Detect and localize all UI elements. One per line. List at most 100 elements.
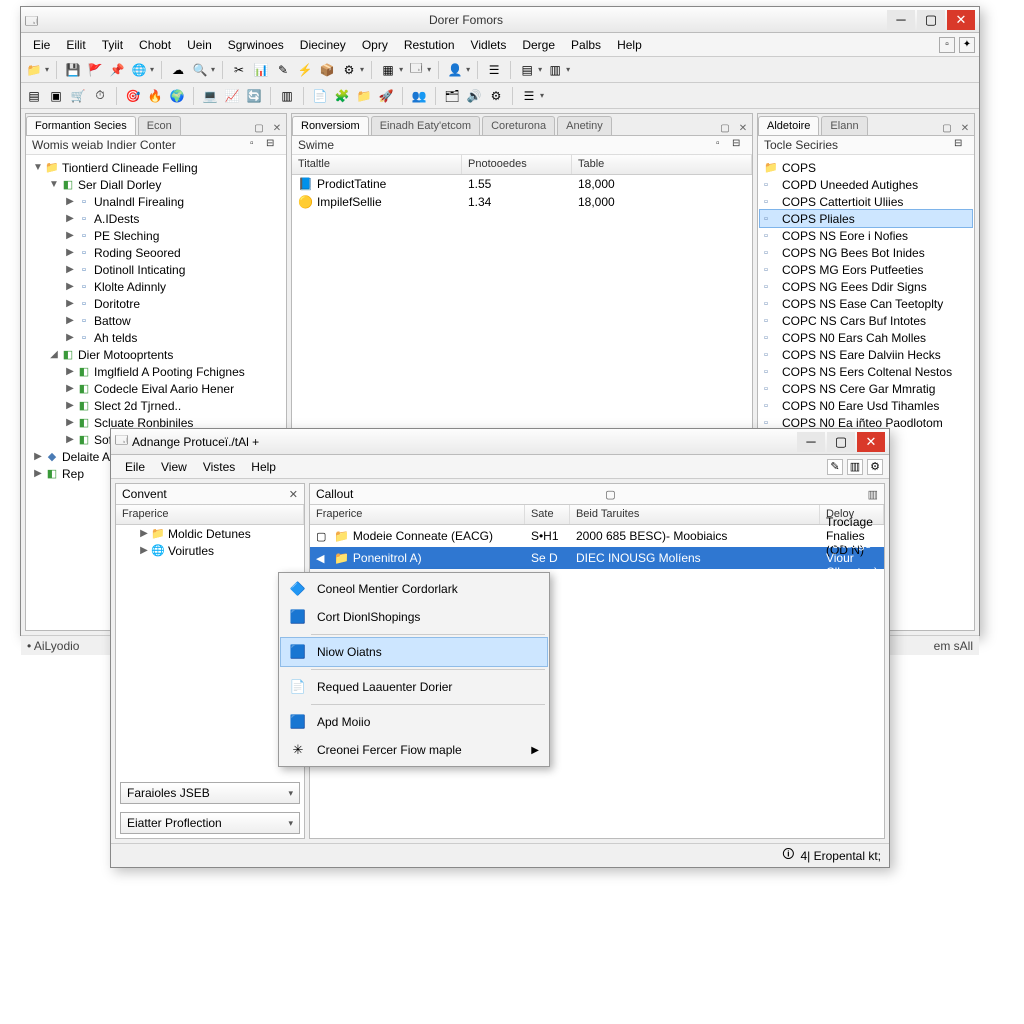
tool-wand-icon[interactable]: ✎ bbox=[274, 61, 292, 79]
sub-col-b[interactable]: Sate bbox=[525, 505, 570, 524]
mid-col-2[interactable]: Table bbox=[572, 155, 752, 174]
list-item[interactable]: ▫COPS N0 Eare Usd Tihamles bbox=[760, 397, 972, 414]
menu-extra-1[interactable]: ▫ bbox=[939, 37, 955, 53]
twist-icon[interactable]: ▶ bbox=[64, 434, 76, 445]
mid-col-1[interactable]: Pnotooedes bbox=[462, 155, 572, 174]
tool-bolt-icon[interactable]: ⚡ bbox=[296, 61, 314, 79]
panel-ctl-icon[interactable]: ▢ bbox=[252, 121, 266, 135]
sub-tree-item[interactable]: ▶🌐Voirutles bbox=[116, 542, 304, 559]
mid-col-0[interactable]: Titaltle bbox=[292, 155, 462, 174]
sub-close-button[interactable]: ✕ bbox=[857, 432, 885, 452]
tool-pin-icon[interactable]: 📌 bbox=[108, 61, 126, 79]
twist-icon[interactable]: ▶ bbox=[64, 264, 76, 275]
sub-col-0[interactable]: Fraperice bbox=[116, 505, 304, 524]
tree-item[interactable]: ▶▫Doritotre bbox=[28, 295, 284, 312]
tool2-c-icon[interactable]: 🛒 bbox=[69, 87, 87, 105]
right-tab-0[interactable]: Aldetoire bbox=[758, 116, 819, 135]
mid-tab-2[interactable]: Coreturona bbox=[482, 116, 555, 135]
menu-uein[interactable]: Uein bbox=[179, 35, 220, 55]
sub-col-a[interactable]: Fraperice bbox=[310, 505, 525, 524]
tool2-h-icon[interactable]: 💻 bbox=[201, 87, 219, 105]
sub-right-btn-b-icon[interactable]: ▥ bbox=[868, 488, 878, 501]
tool2-q-icon[interactable]: 🗂 bbox=[443, 87, 461, 105]
expand-icon[interactable]: ▢ bbox=[316, 530, 330, 543]
sub-row[interactable]: ◀📁Ponenitrol A)Se DDIEC INOUSG MolíensTo… bbox=[310, 547, 884, 569]
sub-close-icon[interactable]: ⊟ bbox=[266, 138, 280, 152]
left-tab-0[interactable]: Formantion Secies bbox=[26, 116, 136, 135]
menu-derge[interactable]: Derge bbox=[514, 35, 563, 55]
ctx-item[interactable]: 🟦Apd Moiio bbox=[281, 708, 547, 736]
combo-1[interactable]: Faraioles JSEB▾ bbox=[120, 782, 300, 804]
mid-sub-b-icon[interactable]: ⊟ bbox=[732, 138, 746, 152]
ctx-item[interactable]: 📄Requed Laauenter Dorier bbox=[281, 673, 547, 701]
tree-item[interactable]: ◢◧Dier Motooprtents bbox=[28, 346, 284, 363]
twist-icon[interactable]: ▶ bbox=[64, 230, 76, 241]
menu-chobt[interactable]: Chobt bbox=[131, 35, 179, 55]
right-ctl-icon[interactable]: ▢ bbox=[940, 121, 954, 135]
menu-opry[interactable]: Opry bbox=[354, 35, 396, 55]
ctx-item[interactable]: ✳Creonei Fercer Fiow maple▶ bbox=[281, 736, 547, 764]
sub-right-btn-a-icon[interactable]: ▢ bbox=[605, 488, 615, 501]
sub-col-c[interactable]: Beid Taruites bbox=[570, 505, 820, 524]
list-item[interactable]: ▫COPC NS Cars Buf Intotes bbox=[760, 312, 972, 329]
combo-2[interactable]: Eiatter Proflection▾ bbox=[120, 812, 300, 834]
tree-item[interactable]: ▼◧Ser Diall Dorley bbox=[28, 176, 284, 193]
tool2-d-icon[interactable]: ⏱ bbox=[91, 87, 109, 105]
tree-item[interactable]: ▶▫Battow bbox=[28, 312, 284, 329]
tool2-i-icon[interactable]: 📈 bbox=[223, 87, 241, 105]
tree-item[interactable]: ▶▫Roding Seoored bbox=[28, 244, 284, 261]
right-sub-icon[interactable]: ⊟ bbox=[954, 138, 968, 152]
tool-gear-icon[interactable]: ⚙ bbox=[340, 61, 358, 79]
menu-palbs[interactable]: Palbs bbox=[563, 35, 609, 55]
mid-sub-a-icon[interactable]: ▫ bbox=[716, 138, 730, 152]
list-item[interactable]: ▫COPS MG Eors Putfeeties bbox=[760, 261, 972, 278]
twist-icon[interactable]: ▼ bbox=[48, 179, 60, 190]
tool-cloud-icon[interactable]: ☁ bbox=[169, 61, 187, 79]
minimize-button[interactable]: ─ bbox=[887, 10, 915, 30]
grid-row[interactable]: 📘ProdictTatine1.5518,000 bbox=[292, 175, 752, 193]
twist-icon[interactable]: ▶ bbox=[138, 545, 150, 556]
list-item[interactable]: ▫COPS NS Cere Gar Mmratig bbox=[760, 380, 972, 397]
tool-chart-icon[interactable]: 📊 bbox=[252, 61, 270, 79]
twist-icon[interactable]: ▶ bbox=[32, 468, 44, 479]
tool-grid-icon[interactable]: ▦ bbox=[379, 61, 397, 79]
menu-vidlets[interactable]: Vidlets bbox=[463, 35, 515, 55]
menu-tyiit[interactable]: Tyiit bbox=[94, 35, 131, 55]
twist-icon[interactable]: ▶ bbox=[64, 417, 76, 428]
tool2-o-icon[interactable]: 🚀 bbox=[377, 87, 395, 105]
sub-menu-btn-c-icon[interactable]: ⚙ bbox=[867, 459, 883, 475]
context-menu[interactable]: 🔷Coneol Mentier Cordorlark🟦Cort DionlSho… bbox=[278, 572, 550, 767]
tool2-k-icon[interactable]: ▥ bbox=[278, 87, 296, 105]
tool-new-icon[interactable]: 📁 bbox=[25, 61, 43, 79]
twist-icon[interactable]: ▶ bbox=[64, 196, 76, 207]
tree-item[interactable]: ▶▫Ah telds bbox=[28, 329, 284, 346]
ctx-item[interactable]: 🟦Niow Oiatns bbox=[281, 638, 547, 666]
twist-icon[interactable]: ▶ bbox=[64, 366, 76, 377]
grid-row[interactable]: 🟡ImpilefSellie1.3418,000 bbox=[292, 193, 752, 211]
list-item[interactable]: ▫COPS NS Eers Coltenal Nestos bbox=[760, 363, 972, 380]
tool-more-icon[interactable]: ▥ bbox=[546, 61, 564, 79]
sub-row[interactable]: ▢📁Modeie Conneate (EACG)S•H12000 685 BES… bbox=[310, 525, 884, 547]
list-item[interactable]: ▫COPS Cattertioit Uliies bbox=[760, 193, 972, 210]
tool-filter-icon[interactable]: ✂ bbox=[230, 61, 248, 79]
menu-eilit[interactable]: Eilit bbox=[58, 35, 93, 55]
tool-save-icon[interactable]: 💾 bbox=[64, 61, 82, 79]
menu-eie[interactable]: Eie bbox=[25, 35, 58, 55]
tool2-g-icon[interactable]: 🌍 bbox=[168, 87, 186, 105]
ctx-item[interactable]: 🔷Coneol Mentier Cordorlark bbox=[281, 575, 547, 603]
tool2-a-icon[interactable]: ▤ bbox=[25, 87, 43, 105]
sub-menu-btn-b-icon[interactable]: ▥ bbox=[847, 459, 863, 475]
tool-flag-icon[interactable]: 🚩 bbox=[86, 61, 104, 79]
list-item[interactable]: ▫COPS N0 Ears Cah Molles bbox=[760, 329, 972, 346]
list-item[interactable]: ▫COPS NG Eees Ddir Signs bbox=[760, 278, 972, 295]
tree-item[interactable]: ▶▫Klolte Adinnly bbox=[28, 278, 284, 295]
tool-layout-icon[interactable]: ▤ bbox=[518, 61, 536, 79]
sub-tree-item[interactable]: ▶📁Moldic Detunes bbox=[116, 525, 304, 542]
tool-search-icon[interactable]: 🔍 bbox=[191, 61, 209, 79]
ctx-item[interactable]: 🟦Cort DionlShopings bbox=[281, 603, 547, 631]
list-item[interactable]: ▫COPS NS Eare Dalviin Hecks bbox=[760, 346, 972, 363]
tree-item[interactable]: ▶▫Unalndl Firealing bbox=[28, 193, 284, 210]
tree-item[interactable]: ▶▫PE Sleching bbox=[28, 227, 284, 244]
tool-box-icon[interactable]: 📦 bbox=[318, 61, 336, 79]
tree-item[interactable]: ▶◧Imglfield A Pooting Fchignes bbox=[28, 363, 284, 380]
